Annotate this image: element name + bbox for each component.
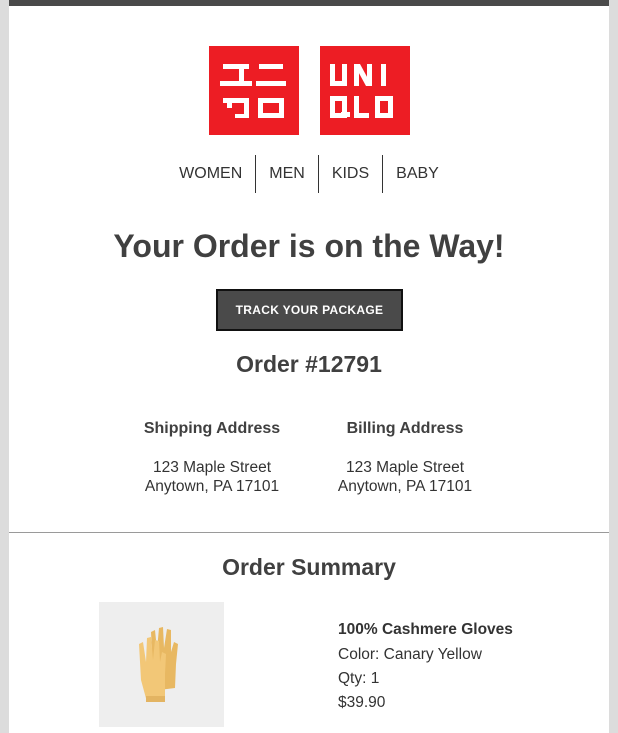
- headline: Your Order is on the Way!: [113, 228, 505, 264]
- product-image[interactable]: [99, 602, 224, 727]
- shipping-address-title: Shipping Address: [143, 420, 281, 437]
- order-number: Order #12791: [236, 351, 382, 377]
- product-qty: Qty: 1: [338, 670, 380, 687]
- billing-address-line2: Anytown, PA 17101: [337, 478, 473, 495]
- product-name[interactable]: 100% Cashmere Gloves: [338, 621, 513, 639]
- nav-kids[interactable]: KIDS: [317, 155, 382, 193]
- shipping-address-line2: Anytown, PA 17101: [144, 478, 280, 495]
- order-summary-title: Order Summary: [222, 554, 396, 580]
- email-viewport: WOMEN MEN KIDS BABY Your Order is on the…: [0, 0, 618, 733]
- nav-women[interactable]: WOMEN: [166, 155, 255, 193]
- nav-baby[interactable]: BABY: [382, 155, 452, 193]
- logo-latin-block: [320, 46, 410, 135]
- shipping-address-line1: 123 Maple Street: [152, 459, 272, 476]
- gloves-icon: [139, 627, 178, 702]
- product-details: 100% Cashmere Gloves Color: Canary Yello…: [338, 621, 513, 715]
- section-divider: [9, 532, 609, 533]
- product-price: $39.90: [338, 694, 386, 711]
- nav-men[interactable]: MEN: [255, 155, 318, 193]
- billing-address-line1: 123 Maple Street: [345, 459, 465, 476]
- logo-katakana-icon: [220, 64, 286, 118]
- product-color: Color: Canary Yellow: [338, 646, 482, 663]
- shipping-address: Shipping Address 123 Maple Street Anytow…: [112, 420, 312, 496]
- logo-latin-icon: [330, 64, 393, 118]
- logo-katakana-block: [209, 46, 299, 135]
- email-body: WOMEN MEN KIDS BABY Your Order is on the…: [9, 6, 609, 733]
- category-nav: WOMEN MEN KIDS BABY: [9, 155, 609, 193]
- uniqlo-logo[interactable]: [9, 46, 609, 135]
- billing-address: Billing Address 123 Maple Street Anytown…: [305, 420, 505, 496]
- billing-address-title: Billing Address: [346, 420, 464, 437]
- track-package-button[interactable]: TRACK YOUR PACKAGE: [216, 289, 403, 331]
